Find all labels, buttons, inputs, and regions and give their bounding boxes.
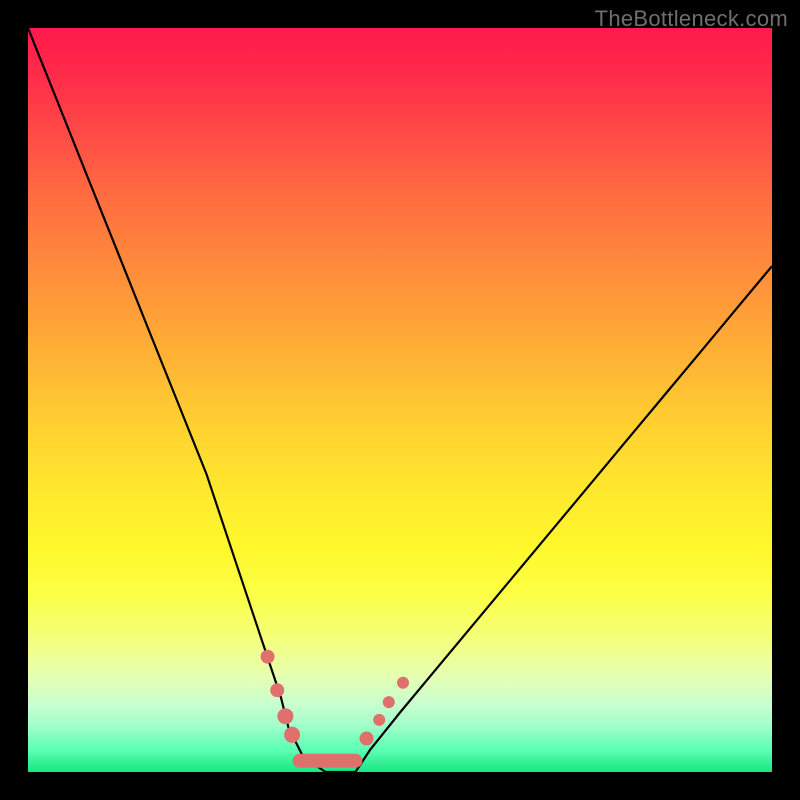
curve-marker [277,708,293,724]
curve-layer [28,28,772,772]
bottleneck-curve [28,28,772,772]
plot-area [28,28,772,772]
curve-marker [383,696,395,708]
curve-marker [261,650,275,664]
curve-marker [373,714,385,726]
curve-marker [397,677,409,689]
curve-marker [270,683,284,697]
chart-frame: TheBottleneck.com [0,0,800,800]
watermark-text: TheBottleneck.com [595,6,788,32]
curve-marker [360,732,374,746]
marker-group [261,650,409,746]
curve-marker [284,727,300,743]
